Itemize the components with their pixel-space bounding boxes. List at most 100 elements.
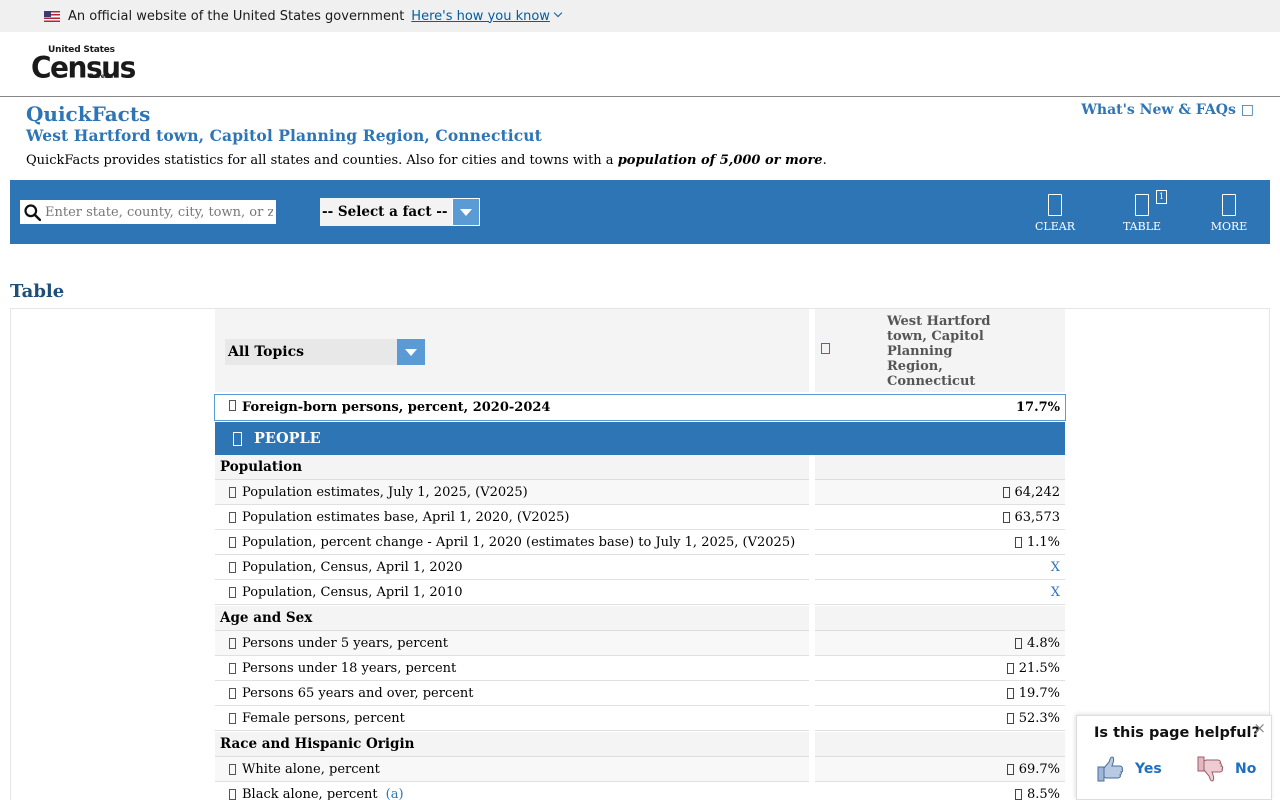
- whats-new-faqs-link[interactable]: What's New & FAQs □: [1081, 102, 1254, 118]
- table-button[interactable]: 1 TABLE: [1112, 190, 1172, 233]
- fact-value: 69.7%: [1018, 761, 1060, 777]
- table-row: Persons under 5 years, percent 4.8%: [215, 631, 1065, 656]
- close-icon[interactable]: ×: [1253, 719, 1266, 737]
- fact-label: Persons under 18 years, percent: [242, 660, 457, 676]
- selected-fact-label: Foreign-born persons, percent, 2020-2024: [215, 400, 1016, 415]
- people-icon: [233, 431, 242, 446]
- selected-fact-row[interactable]: Foreign-born persons, percent, 2020-2024…: [214, 394, 1066, 421]
- not-applicable-value[interactable]: X: [1051, 585, 1060, 600]
- selected-fact-value: 17.7%: [1015, 400, 1060, 415]
- fact-label: White alone, percent: [242, 761, 380, 777]
- all-topics-label: All Topics: [228, 344, 305, 360]
- info-icon[interactable]: [229, 400, 236, 411]
- select-fact-dropdown[interactable]: -- Select a fact --: [320, 198, 480, 226]
- footnote-link[interactable]: (a): [386, 787, 404, 800]
- people-section-title: PEOPLE: [254, 430, 321, 447]
- table-row: Population, percent change - April 1, 20…: [215, 530, 1065, 555]
- clear-icon: [1048, 194, 1062, 216]
- column-header-location: West Hartford town, Capitol Planning Reg…: [887, 314, 991, 389]
- table-row: Population, Census, April 1, 2020 X: [215, 555, 1065, 580]
- value-flag-icon[interactable]: [1014, 536, 1022, 548]
- table-header-topics: All Topics: [215, 309, 809, 392]
- search-input[interactable]: [45, 204, 273, 220]
- value-flag-icon[interactable]: [1014, 788, 1022, 800]
- select-fact-label: -- Select a fact --: [322, 204, 448, 220]
- table-row: White alone, percent 69.7%: [215, 757, 1065, 782]
- section-row: Population: [215, 455, 1065, 480]
- feedback-widget: Is this page helpful? × Yes No: [1076, 715, 1272, 800]
- chevron-down-icon[interactable]: [553, 8, 563, 18]
- table-row: Persons under 18 years, percent 21.5%: [215, 656, 1065, 681]
- table-row: Female persons, percent 52.3%: [215, 706, 1065, 731]
- not-applicable-value[interactable]: X: [1051, 560, 1060, 575]
- fact-value: 63,573: [1014, 509, 1061, 525]
- fact-label: Population, Census, April 1, 2020: [242, 559, 463, 575]
- heres-how-you-know-link[interactable]: Here's how you know: [411, 9, 550, 24]
- table-row: Population estimates, July 1, 2025, (V20…: [215, 480, 1065, 505]
- info-icon[interactable]: [229, 788, 236, 800]
- section-row: Age and Sex: [215, 606, 1065, 631]
- search-box[interactable]: [20, 200, 276, 224]
- info-icon[interactable]: [229, 511, 236, 523]
- fact-value: 4.8%: [1026, 635, 1060, 651]
- fact-label: Population estimates, July 1, 2025, (V20…: [242, 484, 528, 500]
- section-row: Race and Hispanic Origin: [215, 732, 1065, 757]
- info-icon[interactable]: [229, 637, 236, 649]
- value-flag-icon[interactable]: [1006, 662, 1014, 674]
- feedback-yes-button[interactable]: Yes: [1095, 754, 1162, 784]
- all-topics-dropdown[interactable]: All Topics: [225, 339, 425, 365]
- fact-value: 64,242: [1014, 484, 1061, 500]
- fact-value: 21.5%: [1018, 660, 1060, 676]
- info-icon[interactable]: [229, 536, 236, 548]
- table-body: Population Population estimates, July 1,…: [215, 455, 1065, 800]
- feedback-question: Is this page helpful?: [1094, 725, 1260, 741]
- feedback-no-button[interactable]: No: [1195, 754, 1256, 784]
- location-title: West Hartford town, Capitol Planning Reg…: [26, 126, 542, 145]
- fact-value: 8.5%: [1026, 786, 1060, 800]
- value-flag-icon[interactable]: [1006, 763, 1014, 775]
- search-icon: [24, 203, 41, 221]
- people-section-header[interactable]: PEOPLE: [215, 422, 1065, 455]
- fact-value: 19.7%: [1018, 685, 1060, 701]
- info-icon[interactable]: [229, 687, 236, 699]
- gov-banner: An official website of the United States…: [0, 0, 1280, 32]
- table-row: Population estimates base, April 1, 2020…: [215, 505, 1065, 530]
- value-flag-icon[interactable]: [1006, 687, 1014, 699]
- info-icon[interactable]: [229, 712, 236, 724]
- info-icon[interactable]: [229, 763, 236, 775]
- table-icon: 1: [1135, 190, 1167, 216]
- page-title[interactable]: QuickFacts: [26, 102, 150, 126]
- fact-value: 52.3%: [1018, 710, 1060, 726]
- info-icon[interactable]: [229, 486, 236, 498]
- value-flag-icon[interactable]: [1002, 486, 1010, 498]
- census-logo[interactable]: United States Census Bureau: [31, 45, 136, 85]
- quickfacts-toolbar: -- Select a fact -- CLEAR 1 TABLE MORE: [10, 180, 1270, 244]
- page-description: QuickFacts provides statistics for all s…: [26, 153, 827, 168]
- value-flag-icon[interactable]: [1002, 511, 1010, 523]
- table-count-badge: 1: [1156, 190, 1167, 204]
- value-flag-icon[interactable]: [1014, 637, 1022, 649]
- thumbs-down-icon: [1197, 756, 1224, 782]
- table-row: Black alone, percent (a) 8.5%: [215, 782, 1065, 800]
- table-row: Population, Census, April 1, 2010 X: [215, 580, 1065, 605]
- dropdown-caret-icon[interactable]: [452, 198, 480, 226]
- fact-value: 1.1%: [1026, 534, 1060, 550]
- clear-button[interactable]: CLEAR: [1025, 194, 1085, 233]
- more-button[interactable]: MORE: [1199, 194, 1259, 233]
- thumbs-up-icon: [1097, 756, 1124, 782]
- fact-label: Persons under 5 years, percent: [242, 635, 448, 651]
- value-flag-icon[interactable]: [1006, 712, 1014, 724]
- table-header-location: West Hartford town, Capitol Planning Reg…: [815, 309, 1065, 392]
- more-icon: [1222, 194, 1236, 216]
- fact-label: Female persons, percent: [242, 710, 405, 726]
- fact-label: Persons 65 years and over, percent: [242, 685, 474, 701]
- dropdown-caret-icon[interactable]: [397, 339, 425, 365]
- info-icon[interactable]: [229, 561, 236, 573]
- info-icon[interactable]: [229, 662, 236, 674]
- gov-banner-text: An official website of the United States…: [68, 8, 405, 24]
- us-flag-icon: [44, 10, 60, 22]
- column-info-icon[interactable]: [821, 343, 830, 354]
- site-header: United States Census Bureau: [0, 32, 1280, 97]
- info-icon[interactable]: [229, 586, 236, 598]
- fact-label: Population estimates base, April 1, 2020…: [242, 509, 570, 525]
